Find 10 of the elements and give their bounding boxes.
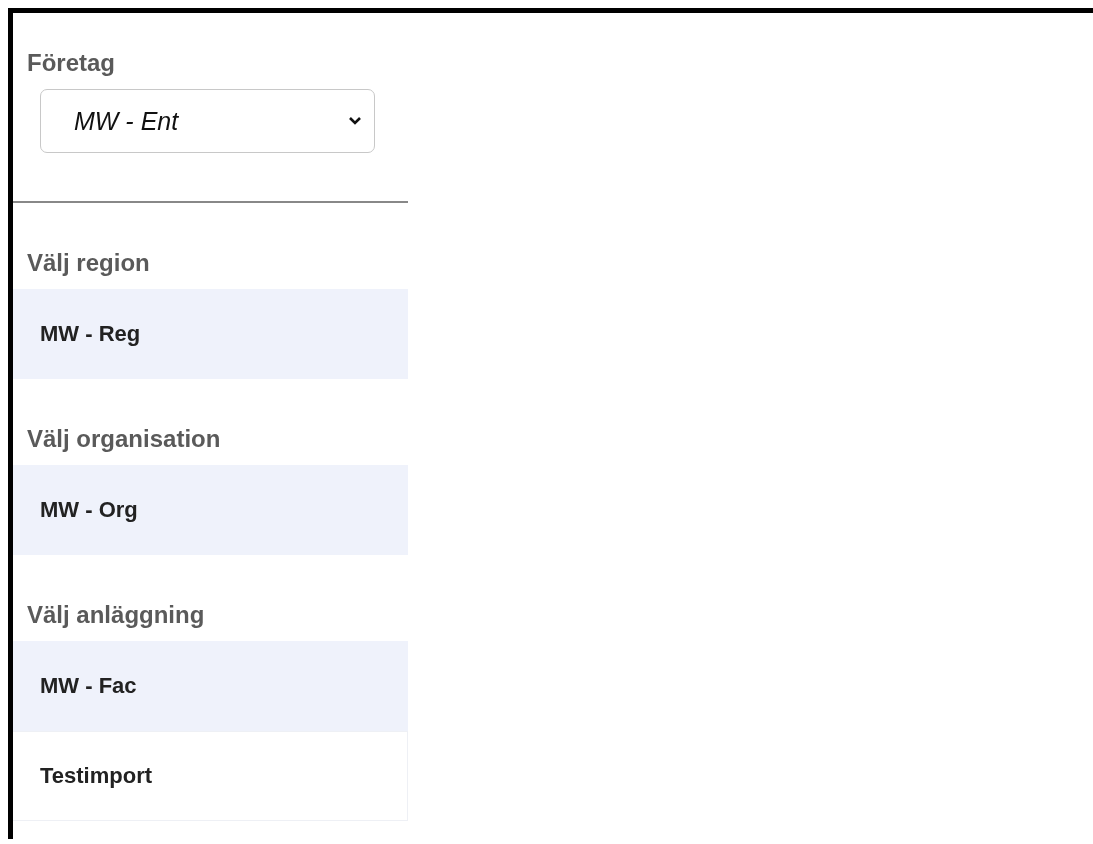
field-label: Företag [27,48,115,78]
list-item[interactable]: MW - Reg [13,289,408,379]
section-heading: Välj organisation [26,424,221,454]
chevron-down-icon [348,116,362,126]
company-dropdown[interactable]: MW - Ent [40,89,375,153]
section-heading: Välj region [26,248,150,278]
list-item[interactable]: Testimport [13,731,408,821]
list-item[interactable]: MW - Org [13,465,408,555]
section-heading: Välj anläggning [26,600,205,630]
list-item[interactable]: MW - Fac [13,641,408,731]
